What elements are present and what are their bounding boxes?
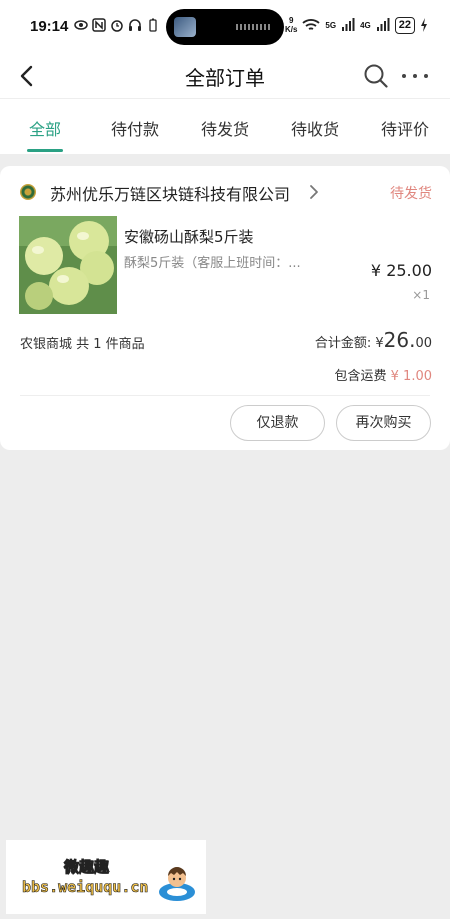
status-bar: 19:14 9 K/s 5G 4G 22 xyxy=(0,0,450,52)
net-4g: 4G xyxy=(360,20,371,30)
total-label: 合计金额: ¥ xyxy=(314,336,384,351)
total-int: 26. xyxy=(383,328,416,352)
tab-pending-shipment[interactable]: 待发货 xyxy=(180,99,270,154)
tab-all[interactable]: 全部 xyxy=(0,99,90,154)
watermark: 微趣趣 bbs.weiququ.cn xyxy=(6,840,206,914)
refund-only-button[interactable]: 仅退款 xyxy=(230,405,325,441)
product-spec: 酥梨5斤装（客服上班时间：... xyxy=(124,256,301,271)
buy-again-button[interactable]: 再次购买 xyxy=(336,405,431,441)
tab-pending-review[interactable]: 待评价 xyxy=(360,99,450,154)
status-time: 19:14 xyxy=(30,18,69,35)
product-price: ¥ 25.00 xyxy=(370,261,432,280)
watermark-title: 微趣趣 xyxy=(63,858,110,877)
status-icons-right: 9 K/s 5G 4G 22 xyxy=(285,16,428,34)
order-card[interactable]: 苏州优乐万链区块链科技有限公司 待发货 安徽砀山酥梨5斤装 酥梨5斤装（客服上班… xyxy=(0,166,450,450)
product-name[interactable]: 安徽砀山酥梨5斤装 xyxy=(124,226,254,247)
nfc-icon xyxy=(92,18,106,32)
battery-level: 22 xyxy=(394,16,415,34)
order-tabs: 全部 待付款 待发货 待收货 待评价 xyxy=(0,98,450,154)
tab-pending-payment[interactable]: 待付款 xyxy=(90,99,180,154)
net-5g: 5G xyxy=(325,20,337,30)
nav-header: 全部订单 xyxy=(0,52,450,98)
watermark-url: bbs.weiququ.cn xyxy=(22,878,149,897)
chevron-right-icon[interactable] xyxy=(308,184,320,200)
small-battery-icon xyxy=(149,18,157,32)
shipping-label: 包含运费 xyxy=(334,369,387,384)
signal-icon xyxy=(342,18,355,31)
order-status: 待发货 xyxy=(390,186,432,202)
product-quantity: ×1 xyxy=(412,288,430,302)
product-image[interactable] xyxy=(19,216,117,314)
mascot-icon xyxy=(159,867,195,901)
dynamic-island[interactable] xyxy=(166,9,284,45)
alarm-icon xyxy=(111,20,123,32)
order-total: 合计金额: ¥26.00 xyxy=(315,328,432,352)
status-icons-left xyxy=(74,18,160,32)
signal-icon-2 xyxy=(376,18,390,31)
store-summary: 农银商城 共 1 件商品 xyxy=(20,337,145,352)
shop-name[interactable]: 苏州优乐万链区块链科技有限公司 xyxy=(50,181,290,205)
card-divider xyxy=(20,395,430,396)
media-thumbnail xyxy=(174,17,196,37)
eye-icon xyxy=(74,20,88,30)
wifi-icon xyxy=(302,19,321,30)
more-dots-icon[interactable] xyxy=(398,62,432,90)
pear-photo xyxy=(19,216,117,314)
tab-pending-receipt[interactable]: 待收货 xyxy=(270,99,360,154)
shipping-fee: ¥ 1.00 xyxy=(390,369,432,384)
shipping-info: 包含运费 ¥ 1.00 xyxy=(334,365,432,384)
charging-icon xyxy=(421,18,427,32)
total-dec: 00 xyxy=(415,336,432,351)
search-icon[interactable] xyxy=(362,62,390,90)
shop-logo-icon xyxy=(20,184,36,200)
headphone-icon xyxy=(129,19,141,31)
audio-wave-icon xyxy=(236,24,270,30)
network-speed: 9 K/s xyxy=(284,16,298,34)
